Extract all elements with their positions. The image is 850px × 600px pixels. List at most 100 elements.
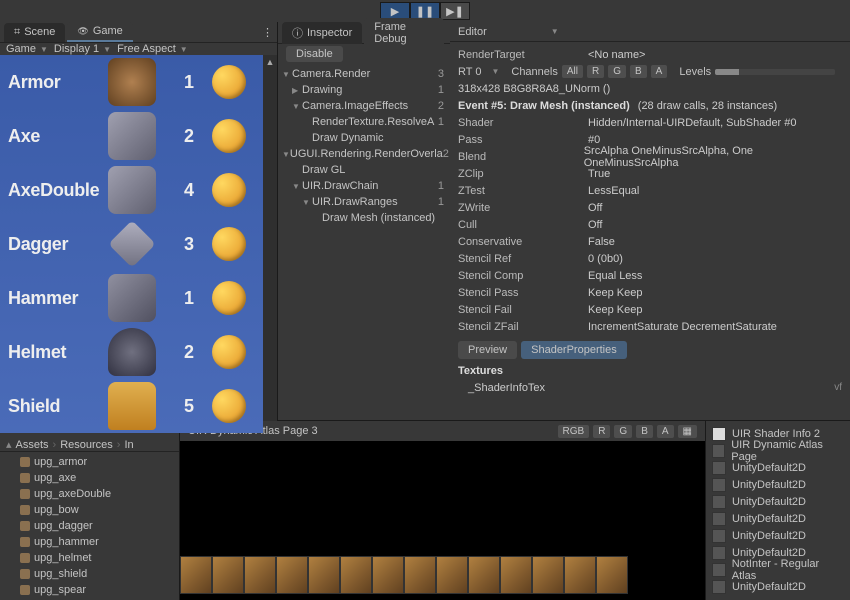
asset-item[interactable]: upg_armor	[0, 454, 179, 470]
channel-g[interactable]: G	[614, 425, 632, 438]
channel-b[interactable]: B	[630, 65, 647, 78]
asset-item[interactable]: upg_hammer	[0, 534, 179, 550]
texture-name: UnityDefault2D	[732, 530, 806, 542]
breadcrumb-seg[interactable]: Resources	[60, 439, 113, 451]
tree-row[interactable]: ▼Camera.Render3	[278, 66, 450, 82]
tree-toggle-icon[interactable]: ▼	[282, 150, 290, 159]
property-row: ZTestLessEqual	[458, 182, 842, 199]
channel-a[interactable]: A	[657, 425, 674, 438]
item-icon	[108, 220, 156, 268]
step-button[interactable]: ▶❚	[440, 2, 470, 20]
tree-row[interactable]: ▼UGUI.Rendering.RenderOverla2	[278, 146, 450, 162]
coin-icon	[212, 119, 246, 153]
asset-item[interactable]: upg_shield	[0, 566, 179, 582]
game-mode-dropdown[interactable]: Game▼	[6, 43, 48, 55]
tree-label: Draw Dynamic	[312, 132, 384, 144]
tree-count: 1	[438, 196, 444, 208]
tree-row[interactable]: ▼Camera.ImageEffects2	[278, 98, 450, 114]
channel-r[interactable]: R	[593, 425, 610, 438]
asset-item[interactable]: upg_spear	[0, 582, 179, 598]
breadcrumb-up-icon[interactable]: ▴	[6, 438, 12, 451]
asset-item[interactable]: upg_helmet	[0, 550, 179, 566]
scroll-up-icon[interactable]: ▲	[265, 57, 275, 67]
channels-label: Channels	[511, 66, 557, 78]
item-icon	[108, 112, 156, 160]
tree-row[interactable]: Draw Dynamic	[278, 130, 450, 146]
tab-game[interactable]: 👁 Game	[67, 22, 132, 42]
coin-icon	[212, 65, 246, 99]
channel-a[interactable]: A	[651, 65, 668, 78]
preview-button[interactable]: Preview	[458, 341, 517, 359]
tree-toggle-icon[interactable]: ▼	[292, 182, 302, 191]
display-dropdown[interactable]: Display 1▼	[54, 43, 111, 55]
breadcrumb-seg[interactable]: In	[124, 439, 133, 451]
item-count: 1	[174, 288, 204, 309]
channel-rgb[interactable]: RGB	[558, 425, 590, 438]
editor-dropdown[interactable]: Editor▼	[458, 26, 559, 38]
tree-label: UGUI.Rendering.RenderOverla	[290, 148, 443, 160]
atlas-tile	[500, 556, 532, 594]
tab-inspector[interactable]: ⓘ Inspector	[282, 22, 362, 44]
game-scrollbar[interactable]: ▲ ▼	[263, 55, 277, 433]
tree-toggle-icon[interactable]: ▼	[302, 198, 312, 207]
item-count: 4	[174, 180, 204, 201]
property-key: Shader	[458, 117, 588, 129]
rt-dropdown[interactable]: RT 0▼	[458, 66, 499, 78]
levels-slider[interactable]	[715, 69, 835, 75]
channel-b[interactable]: B	[636, 425, 653, 438]
texture-swatch	[712, 529, 726, 543]
channel-r[interactable]: R	[587, 65, 604, 78]
property-key: Stencil Ref	[458, 253, 588, 265]
texture-name: UnityDefault2D	[732, 581, 806, 593]
tree-toggle-icon[interactable]: ▶	[292, 86, 302, 95]
atlas-view[interactable]	[180, 441, 705, 600]
property-row: Stencil CompEqual Less	[458, 267, 842, 284]
tree-row[interactable]: ▼UIR.DrawChain1	[278, 178, 450, 194]
channel-all[interactable]: All	[562, 65, 583, 78]
tree-label: Drawing	[302, 84, 342, 96]
property-value: True	[588, 168, 610, 180]
game-toolbar: Game▼ Display 1▼ Free Aspect▼	[0, 43, 277, 55]
disable-button[interactable]: Disable	[286, 46, 343, 62]
atlas-tile	[340, 556, 372, 594]
shader-properties-button[interactable]: ShaderProperties	[521, 341, 627, 359]
breadcrumb-seg[interactable]: Assets	[16, 439, 49, 451]
draw-call-tree: ▼Camera.Render3▶Drawing1▼Camera.ImageEff…	[278, 64, 450, 420]
texture-item[interactable]: NotInter - Regular Atlas	[706, 561, 850, 578]
texture-item[interactable]: UIR Dynamic Atlas Page	[706, 442, 850, 459]
texture-item[interactable]: UnityDefault2D	[706, 476, 850, 493]
asset-item[interactable]: upg_bow	[0, 502, 179, 518]
texture-item[interactable]: UnityDefault2D	[706, 493, 850, 510]
asset-item[interactable]: upg_axeDouble	[0, 486, 179, 502]
texture-item[interactable]: UnityDefault2D	[706, 527, 850, 544]
atlas-tile	[468, 556, 500, 594]
aspect-dropdown[interactable]: Free Aspect▼	[117, 43, 188, 55]
tree-row[interactable]: ▶Drawing1	[278, 82, 450, 98]
channel-g[interactable]: G	[608, 65, 626, 78]
inventory-row: Helmet 2	[0, 325, 263, 379]
texture-item[interactable]: UnityDefault2D	[706, 510, 850, 527]
tree-toggle-icon[interactable]: ▼	[292, 102, 302, 111]
tree-row[interactable]: ▼UIR.DrawRanges1	[278, 194, 450, 210]
tree-row[interactable]: Draw GL	[278, 162, 450, 178]
property-key: Stencil Fail	[458, 304, 588, 316]
asset-item[interactable]: upg_dagger	[0, 518, 179, 534]
tree-row[interactable]: RenderTexture.ResolveA1	[278, 114, 450, 130]
tree-row[interactable]: Draw Mesh (instanced)	[278, 210, 450, 226]
coin-icon	[212, 335, 246, 369]
tab-menu-icon[interactable]: ⋮	[262, 26, 273, 39]
inventory-row: Armor 1	[0, 55, 263, 109]
rt-dimensions: 318x428 B8G8R8A8_UNorm ()	[458, 83, 610, 95]
item-icon	[108, 274, 156, 322]
tab-frame-debug[interactable]: Frame Debug	[364, 18, 444, 48]
tab-scene[interactable]: ⌗ Scene	[4, 23, 65, 42]
tree-toggle-icon[interactable]: ▼	[282, 70, 292, 79]
asset-item[interactable]: upg_axe	[0, 470, 179, 486]
event-detail: (28 draw calls, 28 instances)	[638, 100, 777, 112]
checker-icon[interactable]: ▦	[678, 425, 697, 438]
asset-icon	[20, 473, 30, 483]
inventory-row: AxeDouble 4	[0, 163, 263, 217]
property-value: Keep Keep	[588, 304, 642, 316]
item-count: 1	[174, 72, 204, 93]
item-name: Armor	[8, 72, 108, 93]
